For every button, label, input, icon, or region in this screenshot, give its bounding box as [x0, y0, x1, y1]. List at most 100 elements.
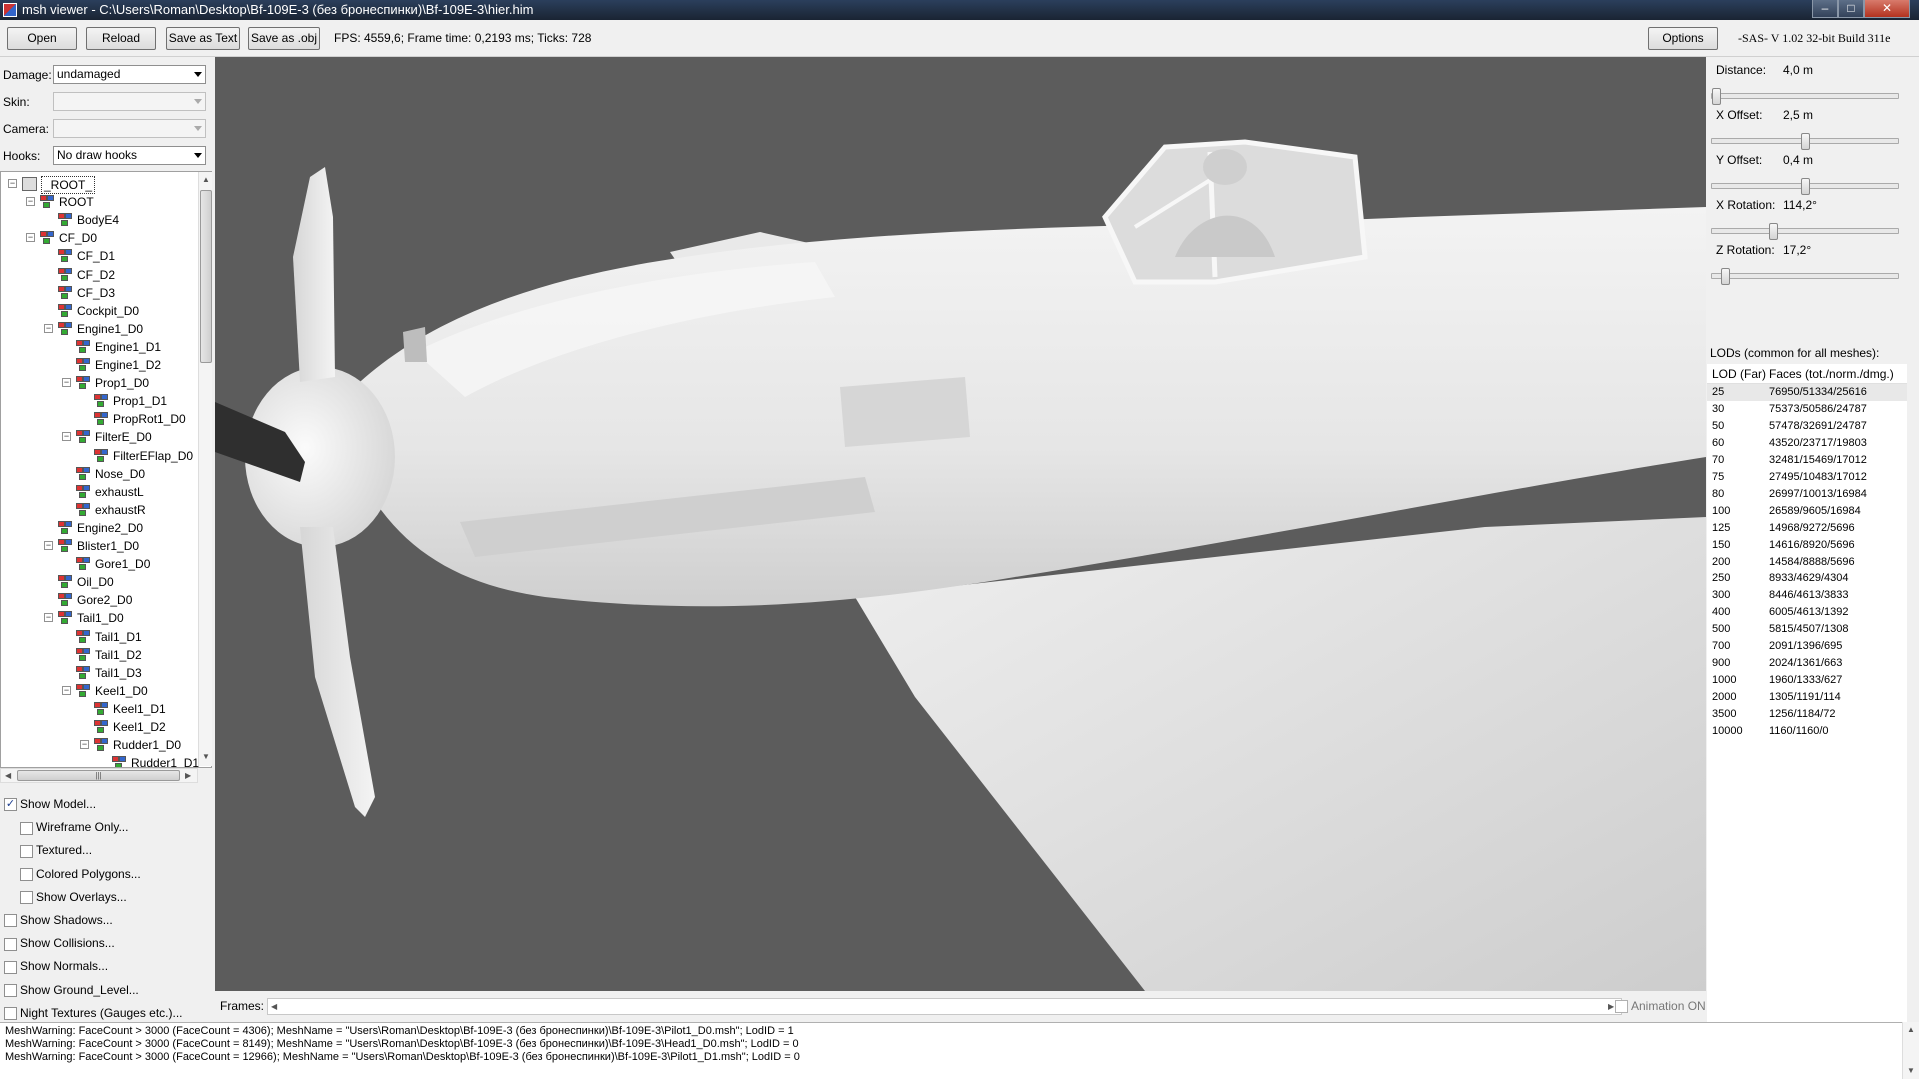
lod-row[interactable]: 100 26589/9605/16984: [1707, 503, 1907, 520]
tree-node[interactable]: Engine1_D2: [1, 357, 199, 373]
tree-node[interactable]: − FilterE_D0: [1, 429, 199, 445]
tree-node[interactable]: Prop1_D1: [1, 393, 199, 409]
tree-node[interactable]: CF_D1: [1, 248, 199, 264]
lod-row[interactable]: 200 14584/8888/5696: [1707, 554, 1907, 571]
tree-node[interactable]: Nose_D0: [1, 466, 199, 482]
tree-node[interactable]: CF_D3: [1, 285, 199, 301]
option-checkbox[interactable]: Textured...: [20, 843, 92, 859]
tree-node[interactable]: Tail1_D2: [1, 647, 199, 663]
checkbox-box[interactable]: [4, 983, 17, 997]
tree-expander[interactable]: −: [8, 179, 17, 188]
checkbox-box[interactable]: [20, 844, 33, 858]
tree-node[interactable]: Engine2_D0: [1, 520, 199, 536]
skin-select[interactable]: [53, 92, 206, 111]
tree-node[interactable]: − Prop1_D0: [1, 375, 199, 391]
tree-node[interactable]: PropRot1_D0: [1, 411, 199, 427]
camera-param-slider[interactable]: [1711, 133, 1899, 150]
lod-row[interactable]: 25 76950/51334/25616: [1707, 384, 1907, 401]
scroll-down-icon[interactable]: ▼: [1907, 1066, 1915, 1075]
tree-node[interactable]: Keel1_D2: [1, 719, 199, 735]
tree-node[interactable]: Tail1_D1: [1, 629, 199, 645]
lod-row[interactable]: 250 8933/4629/4304: [1707, 570, 1907, 587]
slider-knob[interactable]: [1712, 88, 1721, 105]
faces-column-header[interactable]: Faces (tot./norm./dmg.): [1769, 364, 1894, 384]
tree-expander[interactable]: −: [44, 323, 53, 333]
lod-row[interactable]: 1000 1960/1333/627: [1707, 672, 1907, 689]
lod-row[interactable]: 700 2091/1396/695: [1707, 638, 1907, 655]
save-as-text-button[interactable]: Save as Text: [166, 27, 240, 50]
tree-node[interactable]: Rudder1_D1: [1, 755, 199, 767]
frame-right-icon[interactable]: ▶: [1608, 1002, 1614, 1011]
tree-node[interactable]: − Rudder1_D0: [1, 737, 199, 753]
tree-node[interactable]: Cockpit_D0: [1, 303, 199, 319]
tree-node[interactable]: Gore1_D0: [1, 556, 199, 572]
tree-node[interactable]: Oil_D0: [1, 574, 199, 590]
tree-expander[interactable]: −: [62, 432, 71, 442]
lod-row[interactable]: 50 57478/32691/24787: [1707, 418, 1907, 435]
camera-select[interactable]: [53, 119, 206, 138]
option-checkbox[interactable]: Show Normals...: [4, 959, 108, 975]
lod-column-header[interactable]: LOD (Far): [1712, 364, 1766, 384]
lod-row[interactable]: 30 75373/50586/24787: [1707, 401, 1907, 418]
checkbox-box[interactable]: [20, 867, 33, 881]
lod-row[interactable]: 2000 1305/1191/114: [1707, 689, 1907, 706]
lod-row[interactable]: 60 43520/23717/19803: [1707, 435, 1907, 452]
tree-expander[interactable]: −: [80, 740, 89, 750]
frame-left-icon[interactable]: ◀: [271, 1002, 277, 1011]
checkbox-box[interactable]: [1615, 1000, 1628, 1014]
tree-node[interactable]: Tail1_D3: [1, 665, 199, 681]
lod-row[interactable]: 150 14616/8920/5696: [1707, 537, 1907, 554]
checkbox-box[interactable]: [4, 960, 17, 974]
scroll-right-icon[interactable]: ▶: [185, 771, 191, 780]
lod-row[interactable]: 10000 1160/1160/0: [1707, 723, 1907, 740]
checkmark-icon[interactable]: ✓: [4, 798, 17, 812]
tree-node[interactable]: − Keel1_D0: [1, 683, 199, 699]
scroll-up-icon[interactable]: ▲: [1907, 1025, 1915, 1034]
checkbox-box[interactable]: [20, 891, 33, 905]
slider-knob[interactable]: [1721, 268, 1730, 285]
tree-node[interactable]: CF_D2: [1, 267, 199, 283]
scroll-up-icon[interactable]: ▲: [202, 175, 210, 184]
tree-node[interactable]: − Engine1_D0: [1, 321, 199, 337]
tree-node[interactable]: − Blister1_D0: [1, 538, 199, 554]
option-checkbox[interactable]: Night Textures (Gauges etc.)...: [4, 1006, 183, 1022]
scroll-thumb[interactable]: [200, 190, 212, 363]
3d-viewport[interactable]: [215, 57, 1706, 991]
tree-node[interactable]: exhaustR: [1, 502, 199, 518]
lod-row[interactable]: 900 2024/1361/663: [1707, 655, 1907, 672]
tree-expander[interactable]: −: [62, 685, 71, 695]
checkbox-box[interactable]: [4, 937, 17, 951]
lod-row[interactable]: 300 8446/4613/3833: [1707, 587, 1907, 604]
damage-select[interactable]: undamaged: [53, 65, 206, 84]
tree-expander[interactable]: −: [26, 233, 35, 243]
tree-node[interactable]: − CF_D0: [1, 230, 199, 246]
hooks-select[interactable]: No draw hooks: [53, 146, 206, 165]
scroll-thumb[interactable]: |||: [17, 770, 180, 781]
open-button[interactable]: Open: [7, 27, 77, 50]
lod-row[interactable]: 125 14968/9272/5696: [1707, 520, 1907, 537]
option-checkbox[interactable]: ✓ Show Model...: [4, 797, 96, 813]
tree-node[interactable]: − _ROOT_: [1, 176, 199, 194]
slider-knob[interactable]: [1801, 178, 1810, 195]
lod-row[interactable]: 70 32481/15469/17012: [1707, 452, 1907, 469]
minimize-button[interactable]: –: [1812, 0, 1838, 18]
tree-node[interactable]: Gore2_D0: [1, 592, 199, 608]
mesh-tree[interactable]: − _ROOT_ − ROOT BodyE4− CF_D0 CF_D1 CF_D2 CF_D3 C…: [0, 171, 212, 768]
tree-expander[interactable]: −: [44, 613, 53, 623]
scroll-down-icon[interactable]: ▼: [202, 752, 210, 761]
option-checkbox[interactable]: Wireframe Only...: [20, 820, 128, 836]
option-checkbox[interactable]: Show Ground_Level...: [4, 983, 139, 999]
option-checkbox[interactable]: Show Collisions...: [4, 936, 115, 952]
tree-vertical-scrollbar[interactable]: ▲ ▼: [198, 172, 212, 766]
camera-param-slider[interactable]: [1711, 178, 1899, 195]
camera-param-slider[interactable]: [1711, 223, 1899, 240]
lod-table[interactable]: LOD (Far) Faces (tot./norm./dmg.) 25 7695…: [1707, 364, 1907, 1064]
frames-slider[interactable]: ◀ ▶: [267, 998, 1622, 1015]
tree-expander[interactable]: −: [44, 541, 53, 550]
slider-knob[interactable]: [1801, 133, 1810, 150]
tree-node[interactable]: − ROOT: [1, 194, 199, 210]
checkbox-box[interactable]: [4, 914, 17, 928]
checkbox-box[interactable]: [4, 1007, 17, 1021]
option-checkbox[interactable]: Show Shadows...: [4, 913, 113, 929]
camera-param-slider[interactable]: [1711, 88, 1899, 105]
